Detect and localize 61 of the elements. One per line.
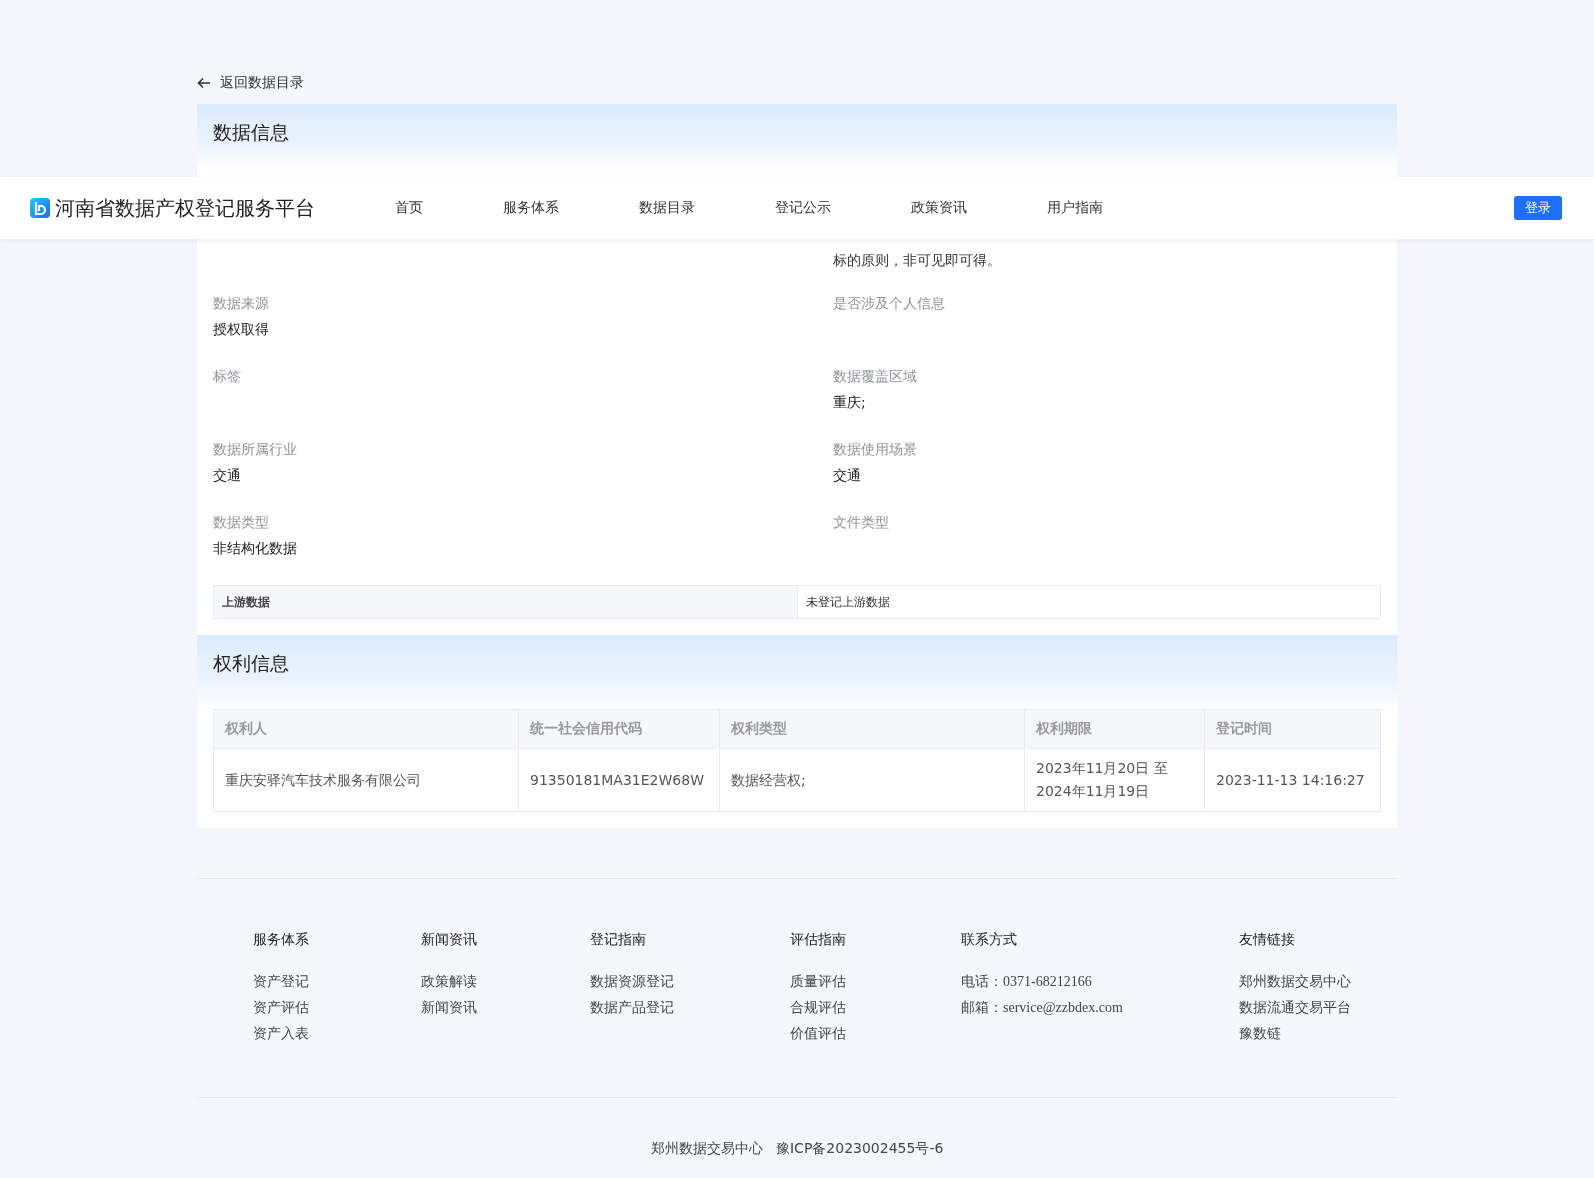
footer-link[interactable]: 数据产品登记 (590, 995, 790, 1021)
section-title: 权利信息 (213, 651, 289, 676)
footer-link[interactable]: 新闻资讯 (421, 995, 590, 1021)
login-button[interactable]: 登录 (1514, 196, 1562, 220)
nav-item[interactable]: 登记公示 (775, 199, 911, 217)
footer-heading: 联系方式 (961, 931, 1018, 949)
table-cell: 91350181MA31E2W68W (518, 748, 720, 812)
footer-heading: 评估指南 (790, 931, 847, 949)
field-label: 是否涉及个人信息 (833, 294, 946, 313)
section-title: 数据信息 (213, 120, 289, 145)
footer-link[interactable]: 电话：0371-68212166 (961, 969, 1239, 995)
nav-item[interactable]: 服务体系 (503, 199, 639, 217)
field-value: 授权取得 (213, 320, 270, 339)
field-label: 数据使用场景 (833, 440, 918, 459)
footer-link[interactable]: 质量评估 (790, 969, 961, 995)
table-cell: 重庆安驿汽车技术服务有限公司 (213, 748, 519, 812)
field-label: 数据来源 (213, 294, 270, 313)
column-header: 统一社会信用代码 (518, 709, 720, 749)
back-link[interactable]: 返回数据目录 (197, 72, 304, 94)
field-label: 文件类型 (833, 513, 890, 532)
footer-link[interactable]: 豫数链 (1239, 1021, 1397, 1047)
nav-item[interactable]: 用户指南 (1047, 199, 1183, 217)
footer-link[interactable]: 政策解读 (421, 969, 590, 995)
footer-heading: 友情链接 (1239, 931, 1296, 949)
table-cell: 2023-11-13 14:16:27 (1204, 748, 1381, 812)
field-label: 数据所属行业 (213, 440, 298, 459)
field-value: 重庆; (833, 393, 867, 412)
footer-link[interactable]: 价值评估 (790, 1021, 961, 1047)
table-cell-text: 未登记上游数据 (805, 594, 891, 611)
table-cell: 数据经营权; (719, 748, 1025, 812)
column-header: 权利类型 (719, 709, 1025, 749)
field-value: 交通 (833, 466, 862, 485)
nav-item[interactable]: 数据目录 (639, 199, 775, 217)
footer-heading: 新闻资讯 (421, 931, 478, 949)
column-header: 权利人 (213, 709, 519, 749)
field-label: 数据覆盖区域 (833, 367, 918, 386)
footer-link[interactable]: 资产入表 (253, 1021, 421, 1047)
logo-icon (30, 198, 50, 218)
footer-heading: 登记指南 (590, 931, 647, 949)
copyright-text: 郑州数据交易中心 豫ICP备2023002455号-6 (649, 1140, 945, 1158)
footer-link[interactable]: 数据资源登记 (590, 969, 790, 995)
field-value: 交通 (213, 466, 242, 485)
field-label: 数据类型 (213, 513, 270, 532)
column-header: 权利期限 (1024, 709, 1205, 749)
column-header: 登记时间 (1204, 709, 1381, 749)
field-value: 非结构化数据 (213, 539, 298, 558)
table-cell: 2023年11月20日 至 2024年11月19日 (1024, 748, 1205, 812)
footer-link[interactable]: 资产登记 (253, 969, 421, 995)
nav-item[interactable]: 首页 (395, 199, 503, 217)
nav-item[interactable]: 政策资讯 (911, 199, 1047, 217)
table-header-cell: 上游数据 (214, 586, 798, 618)
description-text: 标的原则，非可见即可得。 (833, 251, 1002, 270)
footer-link[interactable]: 郑州数据交易中心 (1239, 969, 1397, 995)
footer-link[interactable]: 合规评估 (790, 995, 961, 1021)
back-arrow-icon (197, 77, 211, 89)
field-label: 标签 (213, 367, 242, 386)
site-title: 河南省数据产权登记服务平台 (55, 194, 315, 222)
footer-link[interactable]: 资产评估 (253, 995, 421, 1021)
footer-heading: 服务体系 (253, 931, 310, 949)
footer-link[interactable]: 数据流通交易平台 (1239, 995, 1397, 1021)
footer-link[interactable]: 邮箱：service@zzbdex.com (961, 995, 1239, 1021)
